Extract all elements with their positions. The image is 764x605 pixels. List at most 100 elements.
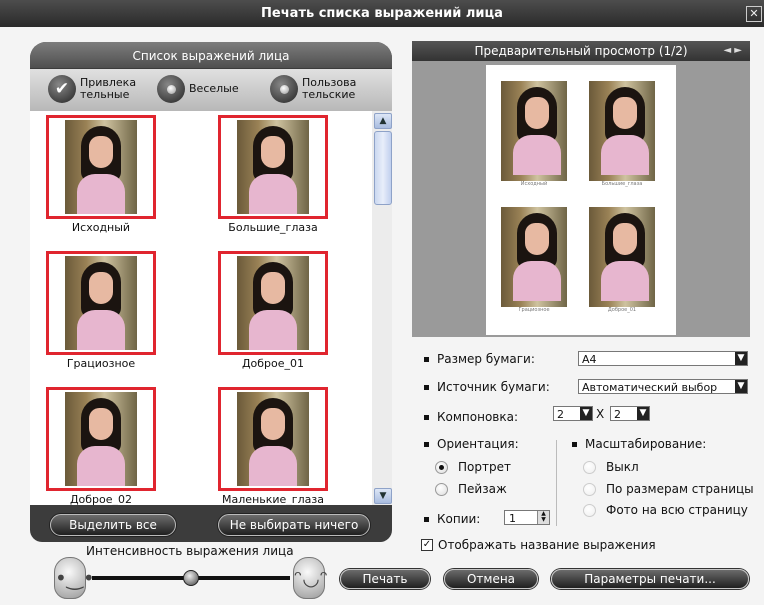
scaling-off-radio[interactable]: Выкл bbox=[583, 460, 639, 474]
thumbnail-caption: Доброе_02 bbox=[69, 493, 133, 505]
bullet-icon bbox=[424, 384, 429, 390]
paper-size-row: Размер бумаги: bbox=[424, 352, 535, 366]
show-name-checkbox[interactable]: ✓ Отображать название выражения bbox=[421, 538, 656, 552]
face-photo bbox=[237, 392, 309, 486]
preview-caption: Грациозное bbox=[518, 307, 550, 313]
cancel-button[interactable]: Отмена bbox=[444, 569, 538, 589]
radio-label: Пейзаж bbox=[458, 482, 507, 496]
layout-columns-value: 2 bbox=[557, 408, 564, 421]
preview-page: Исходный Большие_глаза Грациозное Доброе… bbox=[486, 65, 676, 335]
scroll-up-icon[interactable]: ▲ bbox=[374, 113, 392, 129]
filter-custom[interactable]: Пользова тельские bbox=[270, 75, 356, 103]
paper-source-label: Источник бумаги: bbox=[437, 380, 550, 394]
face-photo bbox=[65, 120, 137, 214]
panel-title: Список выражений лица bbox=[30, 42, 392, 68]
scaling-fit-page-radio[interactable]: По размерам страницы bbox=[583, 482, 754, 496]
thumbnail-frame bbox=[46, 251, 156, 355]
select-none-button[interactable]: Не выбирать ничего bbox=[218, 514, 370, 536]
layout-x-label: X bbox=[596, 407, 605, 421]
face-photo bbox=[501, 81, 567, 181]
filter-label: Веселые bbox=[189, 82, 239, 95]
stepper-arrows-icon[interactable]: ▲ ▼ bbox=[537, 511, 549, 524]
thumbnail-grid: Исходный Большие_глаза Грациозное Доброе… bbox=[30, 111, 372, 505]
face-photo bbox=[501, 207, 567, 307]
orientation-portrait-radio[interactable]: Портрет bbox=[435, 460, 511, 474]
scrollbar-thumb[interactable] bbox=[374, 131, 392, 205]
preview-caption: Доброе_01 bbox=[607, 307, 637, 313]
radio-icon bbox=[270, 75, 298, 103]
radio-label: По размерам страницы bbox=[606, 482, 754, 496]
bullet-icon bbox=[424, 414, 429, 420]
print-preview: Предварительный просмотр (1/2) ◄ ► Исход… bbox=[412, 41, 750, 337]
print-settings-button[interactable]: Параметры печати... bbox=[551, 569, 749, 589]
thumbnail-caption: Большие_глаза bbox=[228, 221, 318, 234]
paper-source-row: Источник бумаги: bbox=[424, 380, 550, 394]
vertical-scrollbar[interactable]: ▲ ▼ bbox=[372, 111, 392, 505]
face-photo bbox=[237, 120, 309, 214]
radio-icon bbox=[157, 75, 185, 103]
thumbnail-item[interactable]: Доброе_01 bbox=[202, 251, 344, 370]
preview-thumbnail: Грациозное bbox=[496, 207, 572, 313]
layout-columns-select[interactable]: 2 ▼ bbox=[553, 406, 593, 421]
copies-value: 1 bbox=[509, 512, 516, 525]
paper-size-select[interactable]: A4 ▼ bbox=[578, 351, 748, 366]
thumbnail-frame bbox=[218, 115, 328, 219]
face-photo bbox=[237, 256, 309, 350]
filter-happy[interactable]: Веселые bbox=[157, 75, 239, 103]
scaling-label: Масштабирование: bbox=[585, 437, 707, 451]
preview-thumbnail: Большие_глаза bbox=[584, 81, 660, 187]
preview-caption: Большие_глаза bbox=[601, 181, 643, 187]
window-title-bar: Печать списка выражений лица ✕ bbox=[0, 0, 764, 27]
paper-size-label: Размер бумаги: bbox=[437, 352, 535, 366]
layout-rows-select[interactable]: 2 ▼ bbox=[610, 406, 650, 421]
checkbox-checked-icon: ✓ bbox=[421, 539, 433, 551]
radio-icon bbox=[583, 460, 596, 474]
chevron-down-icon[interactable]: ▼ bbox=[580, 407, 592, 420]
preview-thumbnail: Доброе_01 bbox=[584, 207, 660, 313]
thumbnail-caption: Исходный bbox=[71, 221, 131, 234]
bullet-icon bbox=[424, 356, 429, 362]
copies-stepper[interactable]: 1 ▲ ▼ bbox=[504, 510, 550, 525]
selection-button-bar: Выделить все Не выбирать ничего bbox=[30, 505, 392, 542]
orientation-row: Ориентация: bbox=[424, 437, 519, 451]
radio-label: Портрет bbox=[458, 460, 511, 474]
filter-bar: ✔ Привлека тельные Веселые Пользова тель… bbox=[30, 69, 392, 111]
chevron-down-icon[interactable]: ▼ bbox=[735, 352, 747, 365]
select-all-button[interactable]: Выделить все bbox=[50, 514, 176, 536]
layout-row: Компоновка: bbox=[424, 410, 518, 424]
page-nav-arrows-icon[interactable]: ◄ ► bbox=[723, 41, 742, 61]
intensity-slider-knob[interactable] bbox=[183, 570, 199, 586]
thumbnail-item[interactable]: Большие_глаза bbox=[202, 115, 344, 234]
radio-label: Фото на всю страницу bbox=[606, 503, 748, 517]
bullet-icon bbox=[424, 441, 429, 447]
thumbnail-item[interactable]: Доброе_02 bbox=[30, 387, 172, 505]
paper-source-select[interactable]: Автоматический выбор ▼ bbox=[578, 379, 748, 394]
scroll-down-icon[interactable]: ▼ bbox=[374, 488, 392, 504]
scaling-fill-page-radio[interactable]: Фото на всю страницу bbox=[583, 503, 748, 517]
show-name-label: Отображать название выражения bbox=[438, 538, 656, 552]
intensity-label: Интенсивность выражения лица bbox=[86, 544, 294, 558]
radio-selected-icon bbox=[435, 460, 448, 474]
filter-attractive[interactable]: ✔ Привлека тельные bbox=[48, 75, 136, 103]
bullet-icon bbox=[572, 441, 577, 447]
orientation-landscape-radio[interactable]: Пейзаж bbox=[435, 482, 507, 496]
window-title: Печать списка выражений лица bbox=[261, 6, 503, 21]
chevron-down-icon[interactable]: ▼ bbox=[735, 380, 747, 393]
thumbnail-item[interactable]: Исходный bbox=[30, 115, 172, 234]
smiling-face-icon: ᵔ◡ᵔ bbox=[293, 557, 328, 599]
bullet-icon bbox=[424, 516, 429, 522]
print-button[interactable]: Печать bbox=[340, 569, 430, 589]
scaling-row: Масштабирование: bbox=[572, 437, 706, 451]
chevron-down-icon[interactable]: ▼ bbox=[637, 407, 649, 420]
preview-caption: Исходный bbox=[520, 181, 548, 187]
copies-row: Копии: bbox=[424, 512, 480, 526]
close-icon[interactable]: ✕ bbox=[746, 6, 762, 22]
thumbnail-item[interactable]: Маленькие_глаза bbox=[202, 387, 344, 505]
thumbnail-caption: Грациозное bbox=[66, 357, 136, 370]
radio-icon bbox=[435, 482, 448, 496]
thumbnail-caption: Доброе_01 bbox=[241, 357, 305, 370]
thumbnail-frame bbox=[218, 251, 328, 355]
filter-label: тельные bbox=[80, 88, 130, 101]
neutral-face-icon: •‿• bbox=[54, 557, 95, 599]
thumbnail-item[interactable]: Грациозное bbox=[30, 251, 172, 370]
